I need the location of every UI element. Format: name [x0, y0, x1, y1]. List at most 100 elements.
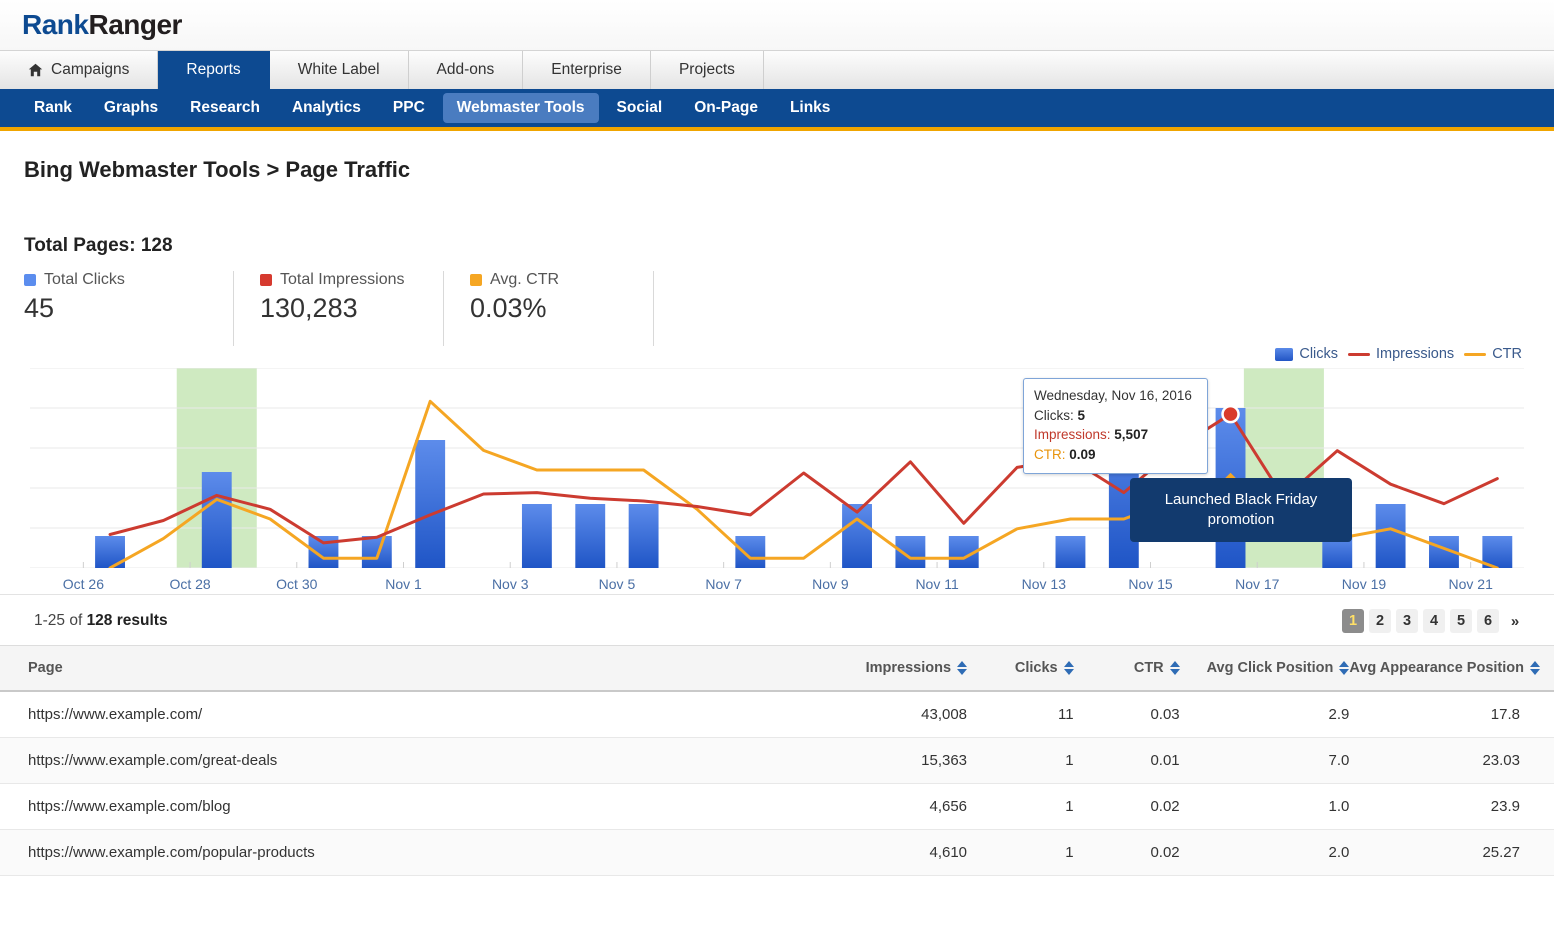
kpi-avg-ctr-label: Avg. CTR: [490, 271, 559, 289]
cell-clicks: 11: [967, 691, 1074, 738]
column-header-avg-appearance-position[interactable]: Avg Appearance Position: [1349, 646, 1554, 692]
chart-bar: [575, 504, 605, 568]
tab-white-label[interactable]: White Label: [270, 51, 409, 89]
cell-page: https://www.example.com/: [0, 691, 844, 738]
tab-projects-label: Projects: [679, 61, 735, 79]
tab-reports-label: Reports: [186, 61, 240, 79]
x-tick: Oct 30: [243, 570, 350, 592]
next-page-icon[interactable]: »: [1504, 609, 1526, 633]
tab-reports[interactable]: Reports: [158, 51, 269, 89]
kpi-avg-ctr: Avg. CTR 0.03%: [444, 271, 654, 346]
page-title: Bing Webmaster Tools > Page Traffic: [0, 131, 1554, 183]
chart-legend: Clicks Impressions CTR: [1275, 346, 1522, 362]
cell-page: https://www.example.com/great-deals: [0, 738, 844, 784]
results-count-total: 128 results: [87, 612, 168, 629]
subnav-item-analytics[interactable]: Analytics: [278, 93, 375, 123]
page-traffic-chart: Clicks Impressions CTR Oct 26 Oct 28 Oct…: [30, 368, 1524, 592]
subnav-item-research[interactable]: Research: [176, 93, 274, 123]
subnav-item-on-page[interactable]: On-Page: [680, 93, 772, 123]
chart-annotation[interactable]: Launched Black Friday promotion: [1130, 478, 1352, 542]
tab-campaigns[interactable]: Campaigns: [0, 51, 158, 89]
tab-enterprise[interactable]: Enterprise: [523, 51, 651, 89]
cell-impressions: 43,008: [844, 691, 967, 738]
legend-impressions-swatch: [1348, 353, 1370, 356]
tooltip-ctr-row: CTR: 0.09: [1034, 445, 1198, 465]
tab-add-ons-label: Add-ons: [437, 61, 495, 79]
chart-bar: [522, 504, 552, 568]
sort-arrows-icon[interactable]: [1530, 661, 1540, 675]
brand-logo[interactable]: RankRanger: [22, 9, 182, 41]
page-button-2[interactable]: 2: [1369, 609, 1391, 633]
cell-avg-click-position: 2.9: [1180, 691, 1350, 738]
cell-avg-appearance-position: 23.9: [1349, 784, 1554, 830]
sort-arrows-icon[interactable]: [1170, 661, 1180, 675]
legend-item-impressions[interactable]: Impressions: [1348, 346, 1454, 362]
column-header-impressions[interactable]: Impressions: [844, 646, 967, 692]
results-count-prefix: 1-25 of: [34, 612, 87, 629]
x-tick: Oct 28: [137, 570, 244, 592]
x-tick: Nov 11: [884, 570, 991, 592]
x-tick: Nov 21: [1417, 570, 1524, 592]
x-tick: Nov 1: [350, 570, 457, 592]
tooltip-clicks-value: 5: [1078, 408, 1086, 423]
kpi-total-clicks: Total Clicks 45: [24, 271, 234, 346]
subnav-item-graphs[interactable]: Graphs: [90, 93, 172, 123]
chart-marker-impressions: [1223, 406, 1239, 422]
sort-arrows-icon[interactable]: [957, 661, 967, 675]
column-header-avg-click-position-label: Avg Click Position: [1207, 660, 1334, 676]
cell-avg-click-position: 2.0: [1180, 830, 1350, 876]
column-header-avg-appearance-position-label: Avg Appearance Position: [1349, 660, 1524, 676]
kpi-total-impressions-label: Total Impressions: [280, 271, 405, 289]
column-header-ctr[interactable]: CTR: [1074, 646, 1180, 692]
page-button-5[interactable]: 5: [1450, 609, 1472, 633]
table-body: https://www.example.com/ 43,008 11 0.03 …: [0, 691, 1554, 876]
column-header-clicks-label: Clicks: [1015, 660, 1058, 676]
legend-item-ctr[interactable]: CTR: [1464, 346, 1522, 362]
impressions-color-swatch: [260, 274, 272, 286]
cell-clicks: 1: [967, 784, 1074, 830]
page-button-4[interactable]: 4: [1423, 609, 1445, 633]
cell-avg-appearance-position: 17.8: [1349, 691, 1554, 738]
chart-bar: [202, 472, 232, 568]
clicks-color-swatch: [24, 274, 36, 286]
cell-avg-click-position: 1.0: [1180, 784, 1350, 830]
table-row[interactable]: https://www.example.com/popular-products…: [0, 830, 1554, 876]
sort-arrows-icon[interactable]: [1339, 661, 1349, 675]
column-header-avg-click-position[interactable]: Avg Click Position: [1180, 646, 1350, 692]
home-icon: [28, 63, 43, 77]
cell-ctr: 0.03: [1074, 691, 1180, 738]
cell-page: https://www.example.com/blog: [0, 784, 844, 830]
legend-item-clicks[interactable]: Clicks: [1275, 346, 1338, 362]
subnav-item-ppc[interactable]: PPC: [379, 93, 439, 123]
sort-arrows-icon[interactable]: [1064, 661, 1074, 675]
kpi-total-clicks-value: 45: [24, 293, 201, 324]
tooltip-impressions-row: Impressions: 5,507: [1034, 425, 1198, 445]
subnav-item-rank[interactable]: Rank: [20, 93, 86, 123]
x-tick: Nov 15: [1097, 570, 1204, 592]
column-header-clicks[interactable]: Clicks: [967, 646, 1074, 692]
page-button-3[interactable]: 3: [1396, 609, 1418, 633]
results-count: 1-25 of 128 results: [34, 612, 168, 630]
subnav-item-webmaster-tools[interactable]: Webmaster Tools: [443, 93, 599, 123]
tab-white-label-label: White Label: [298, 61, 380, 79]
subnav-item-links[interactable]: Links: [776, 93, 844, 123]
page-button-6[interactable]: 6: [1477, 609, 1499, 633]
legend-ctr-swatch: [1464, 353, 1486, 356]
chart-bar: [1056, 536, 1086, 568]
tab-projects[interactable]: Projects: [651, 51, 764, 89]
tab-add-ons[interactable]: Add-ons: [409, 51, 524, 89]
x-tick: Oct 26: [30, 570, 137, 592]
legend-clicks-label: Clicks: [1299, 346, 1338, 362]
table-row[interactable]: https://www.example.com/ 43,008 11 0.03 …: [0, 691, 1554, 738]
cell-page: https://www.example.com/popular-products: [0, 830, 844, 876]
page-traffic-table: Page Impressions Clicks CTR: [0, 645, 1554, 876]
legend-impressions-label: Impressions: [1376, 346, 1454, 362]
tooltip-impressions-label: Impressions:: [1034, 427, 1111, 442]
subnav-item-social[interactable]: Social: [603, 93, 677, 123]
table-row[interactable]: https://www.example.com/great-deals 15,3…: [0, 738, 1554, 784]
page-button-1[interactable]: 1: [1342, 609, 1364, 633]
legend-clicks-swatch: [1275, 348, 1293, 361]
table-row[interactable]: https://www.example.com/blog 4,656 1 0.0…: [0, 784, 1554, 830]
x-tick: Nov 7: [670, 570, 777, 592]
column-header-page[interactable]: Page: [0, 646, 844, 692]
